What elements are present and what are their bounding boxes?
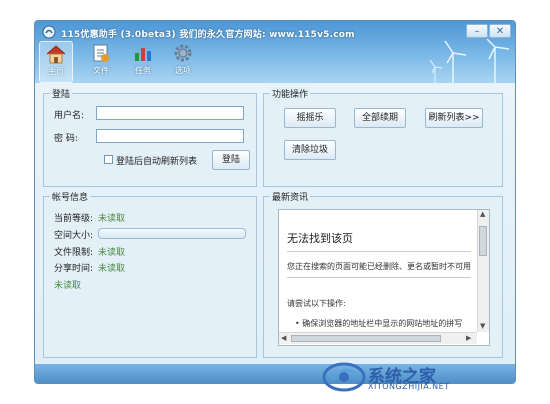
scroll-down-icon[interactable]: ▼ [480, 322, 485, 330]
toolbar-task[interactable]: 任务 [127, 41, 159, 81]
toolbar-home-label: 主页 [48, 67, 64, 76]
watermark-url: XITONGZHIJIA.NET [368, 382, 450, 391]
scroll-right-icon[interactable]: ▶ [466, 334, 471, 342]
space-label: 空间大小: [54, 231, 94, 241]
news-message: 您正在搜索的页面可能已经删除、更名或暂时不可用 [287, 262, 471, 271]
file-limit-label: 文件限制: [54, 248, 94, 258]
file-icon [93, 44, 109, 62]
username-label: 用户名: [54, 111, 85, 121]
news-suggest: 请尝试以下操作: [287, 299, 346, 308]
toolbar-file[interactable]: 文件 [85, 41, 117, 81]
level-value: 未读取 [98, 214, 126, 224]
level-label: 当前等级: [54, 214, 94, 224]
minimize-icon: – [474, 26, 480, 37]
refresh-list-button[interactable]: 刷新列表>> [425, 108, 483, 128]
login-button[interactable]: 登陆 [212, 150, 250, 170]
toolbar-home[interactable]: 主页 [39, 41, 73, 83]
space-progress-bar [98, 228, 246, 239]
renew-all-button[interactable]: 全部续期 [354, 108, 406, 128]
functions-panel: 功能操作 摇摇乐 全部续期 刷新列表>> 清除垃圾 [263, 87, 503, 187]
toolbar-task-label: 任务 [135, 66, 151, 75]
watermark-emblem-icon [322, 362, 366, 392]
news-horizontal-scrollbar[interactable]: ◀ ▶ [279, 332, 477, 344]
news-hscroll-thumb[interactable] [291, 335, 441, 342]
share-time-label: 分享时间: [54, 264, 94, 274]
home-icon [46, 45, 66, 64]
functions-panel-title: 功能操作 [270, 87, 311, 100]
news-scroll-thumb[interactable] [479, 226, 487, 256]
news-divider [287, 251, 471, 252]
close-icon: ✕ [495, 26, 505, 37]
clear-junk-button[interactable]: 清除垃圾 [284, 140, 336, 160]
file-limit-value: 未读取 [98, 248, 126, 258]
news-browser[interactable]: 无法找到该页 您正在搜索的页面可能已经删除、更名或暂时不可用 请尝试以下操作: … [278, 209, 490, 346]
news-divider-2 [287, 277, 471, 278]
toolbar-options[interactable]: 选项 [167, 41, 199, 81]
scroll-up-icon[interactable]: ▲ [480, 210, 485, 218]
gear-icon [174, 44, 192, 62]
title-bar: 115优惠助手 (3.0beta3) 我们的永久官方网站: www.115v5.… [35, 21, 515, 83]
minimize-button[interactable]: – [466, 24, 488, 38]
news-bullet: • 确保浏览器的地址栏中显示的网站地址的拼写 [295, 319, 463, 328]
toolbar-options-label: 选项 [175, 66, 191, 75]
window-title: 115优惠助手 (3.0beta3) 我们的永久官方网站: www.115v5.… [61, 30, 355, 40]
shake-button[interactable]: 摇摇乐 [284, 108, 336, 128]
autologin-checkbox[interactable] [104, 155, 113, 164]
autologin-label: 登陆后自动刷新列表 [116, 157, 198, 167]
news-heading: 无法找到该页 [287, 232, 353, 245]
account-panel-title: 帐号信息 [50, 190, 91, 203]
password-label: 密 码: [54, 134, 78, 144]
status-bar [35, 364, 515, 383]
login-panel-title: 登陆 [50, 87, 73, 100]
toolbar-file-label: 文件 [93, 66, 109, 75]
account-panel: 帐号信息 当前等级: 未读取 空间大小: 文件限制: 未读取 分享时间: 未读取… [43, 190, 257, 358]
news-panel: 最新资讯 无法找到该页 您正在搜索的页面可能已经删除、更名或暂时不可用 请尝试以… [263, 190, 503, 358]
close-button[interactable]: ✕ [489, 24, 511, 38]
share-time-value: 未读取 [98, 264, 126, 274]
news-bullet-text: 确保浏览器的地址栏中显示的网站地址的拼写 [302, 319, 463, 328]
app-icon [42, 25, 56, 39]
password-field[interactable] [96, 129, 244, 143]
scroll-left-icon[interactable]: ◀ [281, 334, 286, 342]
news-panel-title: 最新资讯 [270, 190, 311, 203]
login-panel: 登陆 用户名: 密 码: 登陆后自动刷新列表 登陆 [43, 87, 257, 187]
username-field[interactable] [96, 106, 244, 120]
wind-turbine-decoration [429, 39, 510, 83]
news-vertical-scrollbar[interactable]: ▲ ▼ [477, 210, 489, 332]
extra-status-value: 未读取 [54, 281, 82, 291]
task-icon [135, 48, 151, 61]
app-window: 115优惠助手 (3.0beta3) 我们的永久官方网站: www.115v5.… [34, 20, 516, 384]
